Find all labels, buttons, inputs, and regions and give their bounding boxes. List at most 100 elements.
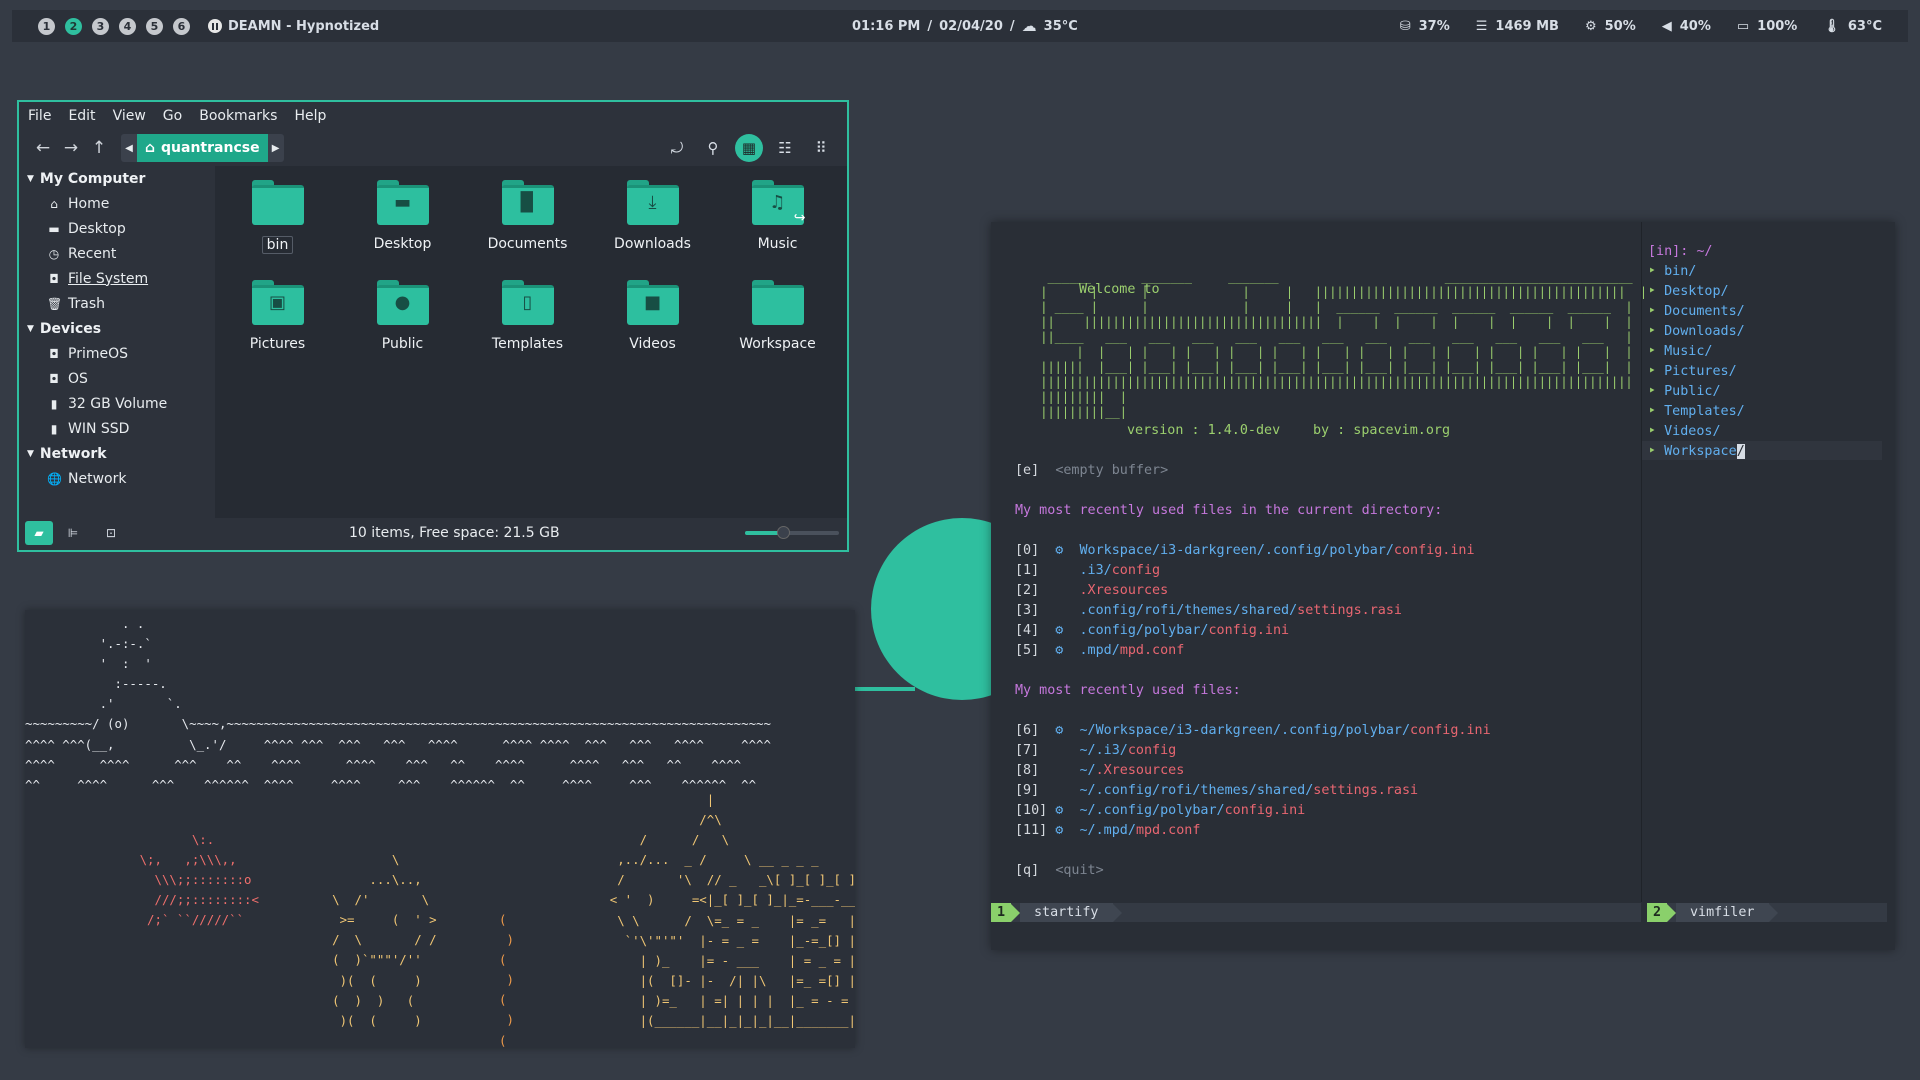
workspace-4[interactable]: 4 <box>119 17 136 35</box>
tree-item[interactable]: ‣ Downloads/ <box>1648 324 1745 339</box>
sidebar-item-win-ssd[interactable]: ▮ WIN SSD <box>19 416 215 441</box>
sidebar-section-my-computer[interactable]: ▼ My Computer <box>19 166 215 191</box>
separator <box>1667 903 1676 922</box>
compact-view-icon[interactable]: ⠿ <box>807 134 835 162</box>
file-name: Public <box>381 336 424 352</box>
workspace-3[interactable]: 3 <box>92 17 109 35</box>
entry-key: [1] <box>1015 563 1056 578</box>
spacevim-window[interactable]: Welcome to ______ _______ _______ ______… <box>991 222 1895 950</box>
mru-entry[interactable]: [4] ⚙ .config/polybar/config.ini <box>1015 623 1289 638</box>
tree-item[interactable]: ‣ Pictures/ <box>1648 364 1737 379</box>
file-item-public[interactable]: ● Public <box>340 280 465 380</box>
menu-help[interactable]: Help <box>294 108 326 124</box>
icon-view-icon[interactable]: ▦ <box>735 134 763 162</box>
menu-file[interactable]: File <box>28 108 51 124</box>
file-item-bin[interactable]: bin <box>215 180 340 280</box>
file-item-workspace[interactable]: Workspace <box>715 280 840 380</box>
startify-quit-entry[interactable]: [q] <quit> <box>1015 863 1104 878</box>
file-item-pictures[interactable]: ▣ Pictures <box>215 280 340 380</box>
disk-icon: ⛁ <box>1399 18 1411 34</box>
tree-item[interactable]: ‣ Desktop/ <box>1648 284 1729 299</box>
tree-item[interactable]: ‣ Videos/ <box>1648 424 1721 439</box>
zoom-slider-handle[interactable] <box>776 526 790 539</box>
toggle-location-icon[interactable]: ⤾ <box>663 134 691 162</box>
tree-item[interactable]: ‣ Workspace/ <box>1648 444 1745 459</box>
menu-go[interactable]: Go <box>163 108 182 124</box>
volume-status[interactable]: ◀ 40% <box>1662 19 1711 34</box>
file-item-documents[interactable]: ▉ Documents <box>465 180 590 280</box>
ascii-art-terminal[interactable]: . . '.-:-.` ' : ' :-----. .' `. ~~~~~~~~… <box>25 610 855 1048</box>
search-icon[interactable]: ⚲ <box>699 134 727 162</box>
mru-entry[interactable]: [8] ~/.Xresources <box>1015 763 1184 778</box>
up-arrow-icon[interactable]: ↑ <box>85 138 113 158</box>
pause-icon[interactable] <box>208 19 222 33</box>
file-item-videos[interactable]: ■ Videos <box>590 280 715 380</box>
mru-entry[interactable]: [6] ⚙ ~/Workspace/i3-darkgreen/.config/p… <box>1015 723 1491 738</box>
sidebar-item-file-system[interactable]: ◘ File System <box>19 266 215 291</box>
tree-item[interactable]: ‣ Music/ <box>1648 344 1713 359</box>
now-playing-title: DEAMN - Hypnotized <box>228 18 380 34</box>
tree-item[interactable]: ‣ Templates/ <box>1648 404 1745 419</box>
mru-entry[interactable]: [1] .i3/config <box>1015 563 1160 578</box>
breadcrumb-left-icon[interactable]: ◀ <box>121 143 137 154</box>
workspace-5[interactable]: 5 <box>146 17 163 35</box>
forward-arrow-icon[interactable]: → <box>57 138 85 158</box>
workspace-6[interactable]: 6 <box>173 17 190 35</box>
breadcrumb-label: quantrancse <box>161 140 260 156</box>
sidebar-item-desktop[interactable]: ▬ Desktop <box>19 216 215 241</box>
menu-bookmarks[interactable]: Bookmarks <box>199 108 277 124</box>
globe-icon: 🌐 <box>47 471 62 486</box>
file-name: .Xresources <box>1079 583 1169 598</box>
startify-pane[interactable]: Welcome to ______ _______ _______ ______… <box>991 222 1647 902</box>
breadcrumb-right-icon[interactable]: ▶ <box>268 143 284 154</box>
sidebar-item-label: PrimeOS <box>68 345 128 362</box>
mru-entry[interactable]: [11] ⚙ ~/.mpd/mpd.conf <box>1015 823 1200 838</box>
now-playing[interactable]: DEAMN - Hypnotized <box>208 19 379 34</box>
startify-empty-entry[interactable]: [e] <empty buffer> <box>1015 463 1168 478</box>
zoom-slider[interactable] <box>745 526 839 539</box>
breadcrumb-home[interactable]: ⌂ quantrancse <box>137 134 268 162</box>
back-arrow-icon[interactable]: ← <box>29 138 57 158</box>
tree-item[interactable]: ‣ Documents/ <box>1648 304 1745 319</box>
file-item-music[interactable]: ♫ ↪ Music <box>715 180 840 280</box>
list-view-icon[interactable]: ☷ <box>771 134 799 162</box>
sidebar-item-trash[interactable]: 🗑 Trash <box>19 291 215 316</box>
sidebar-item-primeos[interactable]: ◘ PrimeOS <box>19 341 215 366</box>
date-text: 02/04/20 <box>939 18 1003 34</box>
mru-entry[interactable]: [0] ⚙ Workspace/i3-darkgreen/.config/pol… <box>1015 543 1475 558</box>
mru-entry[interactable]: [3] .config/rofi/themes/shared/settings.… <box>1015 603 1402 618</box>
sidebar-item-home[interactable]: ⌂ Home <box>19 191 215 216</box>
menu-view[interactable]: View <box>113 108 146 124</box>
trash-icon: 🗑 <box>47 296 63 311</box>
mru-entry[interactable]: [7] ~/.i3/config <box>1015 743 1176 758</box>
entry-key: [4] <box>1015 623 1056 638</box>
entry-key: [0] <box>1015 543 1056 558</box>
mru-entry[interactable]: [9] ~/.config/rofi/themes/shared/setting… <box>1015 783 1418 798</box>
sidebar-item-32gb-volume[interactable]: ▮ 32 GB Volume <box>19 391 215 416</box>
vimfiler-pane[interactable]: [in]: ~/ ‣ bin/‣ Desktop/‣ Documents/‣ D… <box>1641 222 1895 902</box>
sidebar-item-os[interactable]: ◘ OS <box>19 366 215 391</box>
sidebar-item-network[interactable]: 🌐 Network <box>19 466 215 491</box>
sidebar-section-network[interactable]: ▼ Network <box>19 441 215 466</box>
file-item-templates[interactable]: ▯ Templates <box>465 280 590 380</box>
gear-icon: ⚙ <box>1055 803 1080 818</box>
sidebar-section-devices[interactable]: ▼ Devices <box>19 316 215 341</box>
places-toggle-icon[interactable]: ▰ <box>25 521 53 545</box>
tree-item[interactable]: ‣ Public/ <box>1648 384 1721 399</box>
mru-entry[interactable]: [5] ⚙ .mpd/mpd.conf <box>1015 643 1184 658</box>
tree-toggle-icon[interactable]: ⊫ <box>59 521 87 545</box>
sidebar-item-recent[interactable]: ◷ Recent <box>19 241 215 266</box>
entry-key: [3] <box>1015 603 1056 618</box>
file-item-desktop[interactable]: ▬ Desktop <box>340 180 465 280</box>
mru-entry[interactable]: [2] .Xresources <box>1015 583 1168 598</box>
file-item-downloads[interactable]: ⤓ Downloads <box>590 180 715 280</box>
sidebar-toggle-icon[interactable]: ⊡ <box>97 521 125 545</box>
workspace-2[interactable]: 2 <box>65 17 82 35</box>
tree-item-label: Templates/ <box>1664 404 1745 419</box>
entry-key: [q] <box>1015 863 1040 878</box>
workspace-1[interactable]: 1 <box>38 17 55 35</box>
mru-entry[interactable]: [10] ⚙ ~/.config/polybar/config.ini <box>1015 803 1305 818</box>
menu-edit[interactable]: Edit <box>68 108 95 124</box>
tree-item[interactable]: ‣ bin/ <box>1648 264 1696 279</box>
